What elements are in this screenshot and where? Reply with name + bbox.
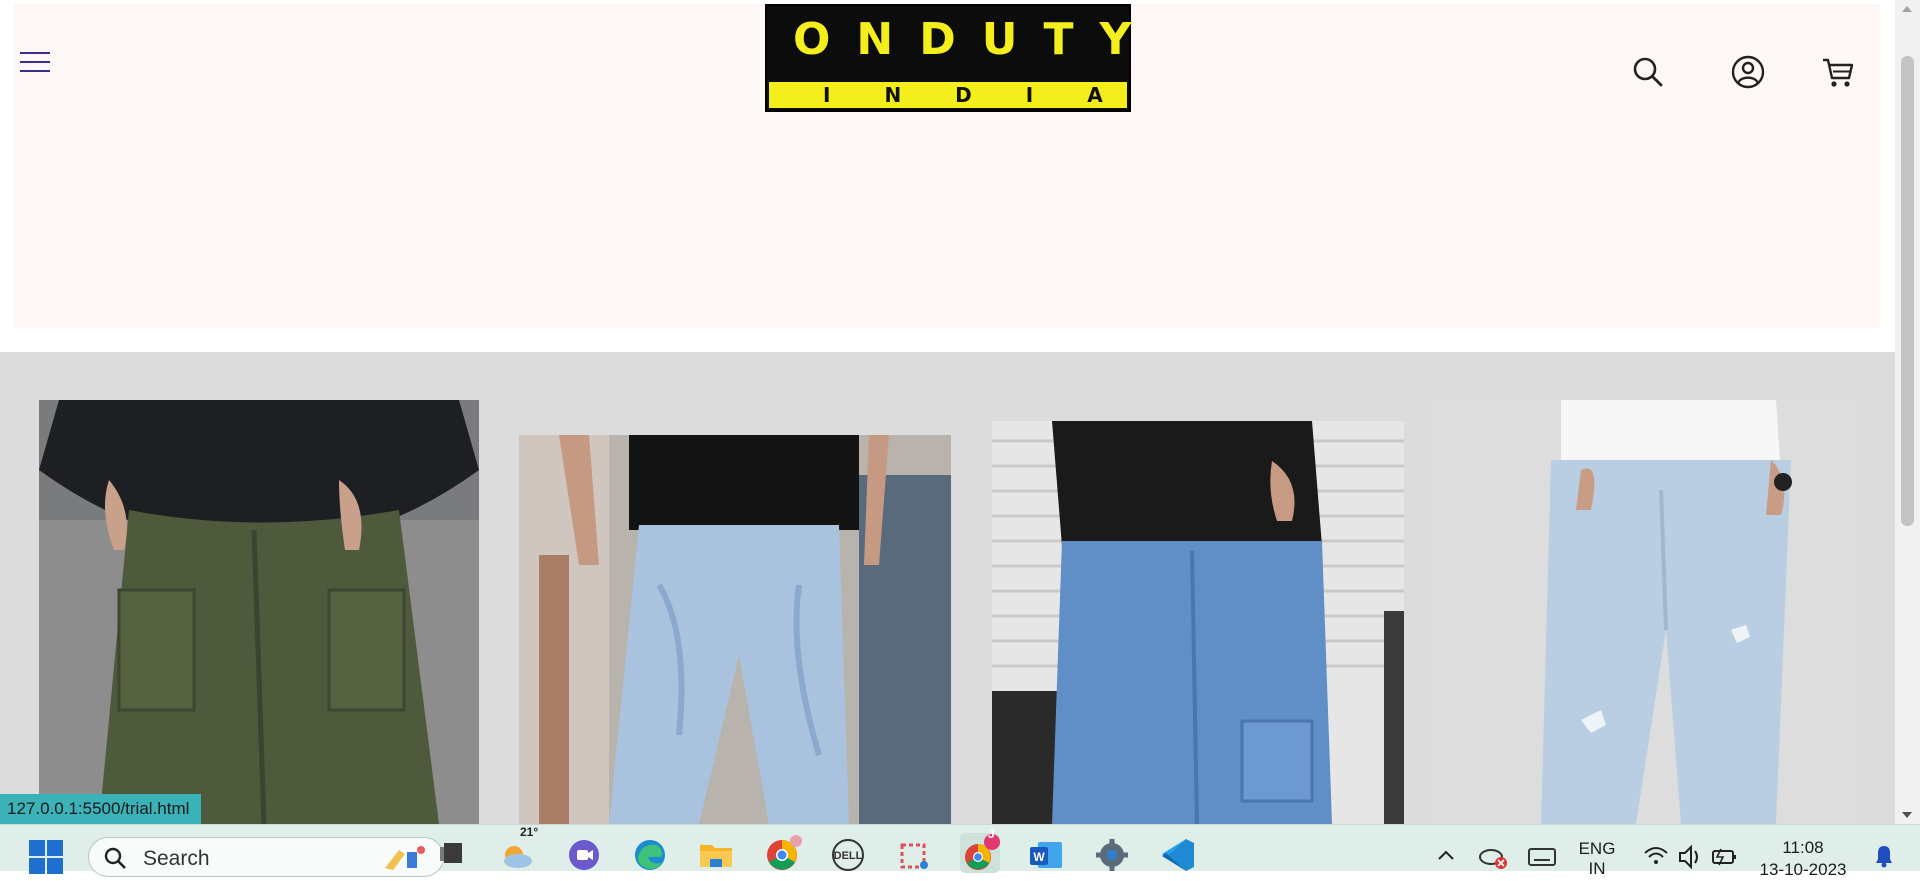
volume-icon[interactable] <box>1670 833 1700 873</box>
svg-text:W: W <box>1033 850 1045 864</box>
language-code: ENG <box>1578 839 1616 858</box>
battery-icon[interactable] <box>1704 833 1736 873</box>
product-image <box>1431 400 1855 824</box>
word-icon[interactable]: W <box>1026 833 1066 873</box>
chrome-profile-icon[interactable]: J <box>960 827 1000 873</box>
chrome-profile-letter: J <box>988 827 995 841</box>
logo-text-onduty: ONDUTY <box>793 14 1158 65</box>
wifi-icon[interactable] <box>1636 833 1668 873</box>
chrome-browser-icon[interactable] <box>762 833 802 873</box>
product-gallery <box>0 352 1895 824</box>
clock-date: 13-10-2023 <box>1759 860 1847 879</box>
hamburger-menu-icon[interactable] <box>20 52 50 76</box>
file-explorer-icon[interactable] <box>696 833 736 873</box>
product-card-green-cargo-pants[interactable] <box>39 400 479 824</box>
language-indicator[interactable]: ENG IN <box>1570 839 1624 879</box>
product-card-ripped-light-jeans[interactable] <box>1431 400 1855 824</box>
language-region: IN <box>1588 859 1606 878</box>
edge-browser-icon[interactable] <box>630 833 670 873</box>
dell-app-icon[interactable]: DELL <box>828 833 868 873</box>
windows-start-icon[interactable] <box>28 839 64 880</box>
scroll-down-arrow-icon[interactable] <box>1902 812 1912 818</box>
notification-bell-icon[interactable] <box>1864 833 1898 873</box>
logo-text-india: INDIA <box>769 82 1127 108</box>
product-card-blue-cargo-jeans[interactable] <box>992 421 1404 824</box>
search-highlight-icon <box>385 846 425 870</box>
settings-gear-icon[interactable] <box>1092 833 1132 873</box>
svg-text:DELL: DELL <box>834 850 863 862</box>
keyboard-icon[interactable] <box>1522 833 1556 873</box>
clock-time: 11:08 <box>1782 838 1824 857</box>
product-card-light-blue-baggy-jeans[interactable] <box>519 435 951 824</box>
weather-widget-icon[interactable]: 21° <box>498 825 538 873</box>
taskbar-search-box[interactable]: Search <box>88 837 444 877</box>
weather-temp: 21° <box>520 825 539 839</box>
user-account-icon[interactable] <box>1730 54 1766 90</box>
scroll-up-arrow-icon[interactable] <box>1902 6 1912 12</box>
brand-logo[interactable]: ONDUTY INDIA <box>765 4 1131 112</box>
task-view-icon[interactable] <box>432 833 472 873</box>
clock[interactable]: 11:08 13-10-2023 <box>1748 837 1858 881</box>
windows-taskbar: Search 21° DELL J W ENG IN 11:08 13-10-2… <box>0 824 1920 879</box>
vscode-icon[interactable] <box>1158 833 1198 873</box>
product-image <box>39 400 479 824</box>
search-icon <box>104 847 126 869</box>
product-image <box>519 435 951 824</box>
search-icon[interactable] <box>1630 54 1666 90</box>
cart-icon[interactable] <box>1820 54 1856 90</box>
product-image <box>992 421 1404 824</box>
onedrive-error-icon[interactable] <box>1474 833 1508 873</box>
link-status-url: 127.0.0.1:5500/trial.html <box>0 794 202 824</box>
snipping-tool-icon[interactable] <box>894 833 934 873</box>
show-hidden-icons-chevron-icon[interactable] <box>1426 833 1456 873</box>
scroll-thumb[interactable] <box>1901 56 1914 526</box>
teams-meet-icon[interactable] <box>564 833 604 873</box>
page-scrollbar[interactable] <box>1895 0 1920 824</box>
site-header: ONDUTY INDIA <box>0 0 1880 328</box>
taskbar-search-label: Search <box>143 847 210 870</box>
